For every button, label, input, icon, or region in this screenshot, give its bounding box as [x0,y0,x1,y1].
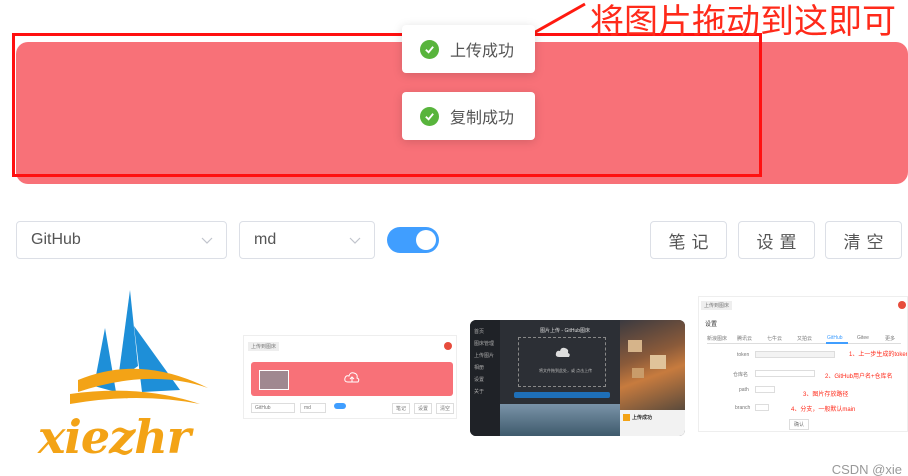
thumb-tab: 又拍云 [797,336,813,342]
thumb-drop-hint: 将文件拖到此处，或 点击上传 [539,368,593,373]
thumb-nav-item: 首页 [474,329,485,335]
thumbnail-upload-page[interactable]: 首页 图床管理 上传图片 相册 设置 关于 图片上传 - GitHub图床 将文… [470,320,685,436]
thumb-house [628,340,642,352]
thumb-note: 4、分支，一般默认main [791,407,856,413]
repo-select-value: GitHub [31,231,81,248]
active-tab-indicator [826,342,848,344]
thumb-upload-title: 图片上传 - GitHub图床 [540,328,591,334]
close-icon [444,342,452,350]
clear-button[interactable]: 清空 [825,221,902,259]
format-select-value: md [254,231,277,248]
thumb-settings-button: 设置 [414,403,433,414]
app-icon [623,414,630,421]
close-icon [898,301,906,309]
thumb-tab: Gitee [857,335,869,341]
toast-text: 复制成功 [450,110,515,127]
thumb-field-input [755,404,769,411]
thumb-preview [259,370,289,390]
thumb-house [650,355,666,369]
thumb-confirm-button: 确认 [789,419,810,430]
cloud-upload-icon [344,372,360,383]
compress-toggle[interactable] [387,227,439,253]
notes-button[interactable]: 笔记 [650,221,727,259]
toast-copy-success: 复制成功 [402,92,535,140]
logo-text: xiezhr [38,410,191,464]
thumbnail-app-screenshot[interactable]: 上传到图床 GitHub md 笔记 设置 清空 [243,335,457,419]
thumb-field-input [755,386,775,393]
thumbnail-settings-screenshot[interactable]: 上传到图床 设置 新浪图床 腾讯云 七牛云 又拍云 GitHub Gitee 更… [698,296,908,432]
thumb-note: 1、上一步生成的token [849,352,908,358]
thumb-notes-button: 笔记 [392,403,411,414]
thumb-nav-item: 相册 [474,365,485,371]
format-select[interactable]: md [239,221,375,259]
thumb-field-input [755,351,835,358]
chevron-down-icon [201,237,213,244]
thumb-village-photo [620,320,685,410]
thumb-option-bar [514,392,610,398]
thumb-toggle [334,403,346,409]
thumb-tab: 七牛云 [767,336,783,342]
thumb-house [632,368,644,378]
divider [707,343,901,344]
thumb-dropzone [251,362,453,396]
repo-select[interactable]: GitHub [16,221,227,259]
thumb-field-label: token [737,352,750,358]
thumb-tab: 更多 [885,336,896,342]
thumb-field-label: branch [735,405,751,411]
thumb-field-label: path [739,387,749,393]
thumb-nav-item: 设置 [474,377,485,383]
thumb-title: 上传到图床 [248,342,280,351]
thumb-lake-photo [500,404,620,436]
toast-text: 上传成功 [450,43,515,60]
thumb-nav-item: 上传图片 [474,353,495,359]
thumb-note: 2、GitHub用户名+仓库名 [825,374,893,380]
thumb-tab: GitHub [827,335,843,341]
toggle-knob [416,230,436,250]
thumb-field-input [755,370,815,377]
toast-upload-success: 上传成功 [402,25,535,73]
thumb-title: 上传到图床 [701,301,733,310]
thumb-field-label: 仓库名 [733,372,749,378]
thumb-select-format: md [300,403,326,413]
thumb-sidebar: 首页 图床管理 上传图片 相册 设置 关于 [470,320,500,436]
thumb-notification: 上传成功 [620,410,685,436]
thumb-note: 3、图片存放路径 [803,392,849,398]
check-circle-icon [420,39,439,59]
cloud-upload-icon [555,347,570,357]
thumb-settings-heading: 设置 [705,322,718,328]
thumb-notify-title: 上传成功 [632,415,653,421]
thumb-nav-item: 关于 [474,389,485,395]
csdn-watermark: CSDN @xie [831,462,902,476]
thumb-clear-button: 清空 [436,403,455,414]
page: 将图片拖动到这即可 上传成功 复制成功 GitHub md 笔记 设置 清空 x… [0,0,908,476]
annotation-drag-hint: 将图片拖动到这即可 [590,2,896,42]
thumb-tab: 新浪图床 [707,336,728,342]
thumb-tab: 腾讯云 [737,336,753,342]
check-circle-icon [420,106,439,126]
thumb-nav-item: 图床管理 [474,341,495,347]
settings-button[interactable]: 设置 [738,221,815,259]
thumb-dropbox: 将文件拖到此处，或 点击上传 [518,337,606,387]
chevron-down-icon [349,237,361,244]
thumb-select-repo: GitHub [251,403,295,413]
